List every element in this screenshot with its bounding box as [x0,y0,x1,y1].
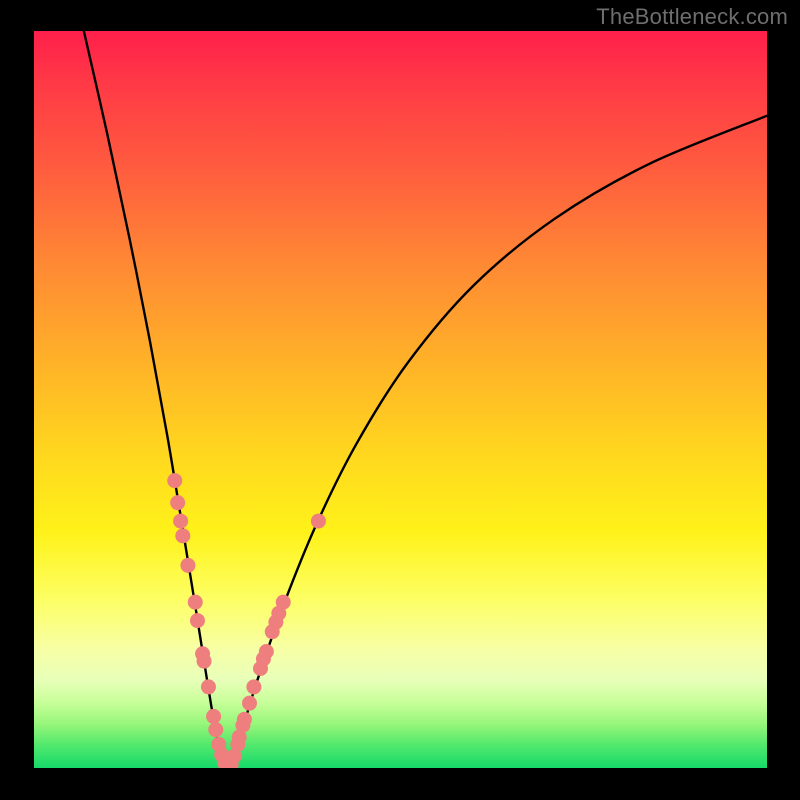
data-marker [259,644,274,659]
data-marker [311,514,326,529]
data-marker [188,595,203,610]
right-branch-curve [227,116,767,768]
watermark-text: TheBottleneck.com [596,4,788,30]
data-marker [180,558,195,573]
data-marker [175,528,190,543]
data-marker [173,514,188,529]
data-marker [190,613,205,628]
data-marker [208,722,223,737]
curve-layer [34,31,767,768]
chart-frame: TheBottleneck.com [0,0,800,800]
data-marker [201,679,216,694]
marker-group [167,473,326,768]
data-marker [170,495,185,510]
data-marker [246,679,261,694]
data-marker [276,595,291,610]
plot-area [34,31,767,768]
data-marker [206,709,221,724]
data-marker [197,654,212,669]
data-marker [242,696,257,711]
data-marker [167,473,182,488]
data-marker [237,712,252,727]
